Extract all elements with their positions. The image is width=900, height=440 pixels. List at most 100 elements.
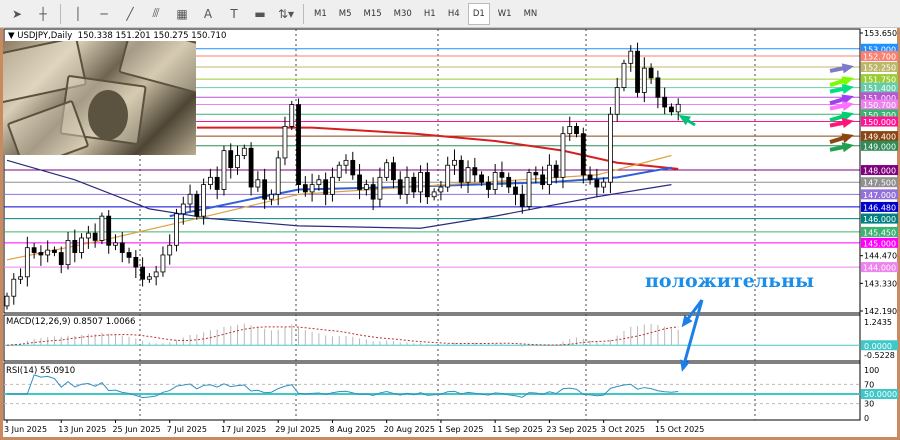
candle-body: [446, 165, 450, 187]
candle-body: [507, 177, 511, 187]
candle-body: [256, 180, 260, 187]
date-tick: 8 Aug 2025: [329, 425, 375, 434]
candle-body: [337, 165, 341, 177]
candle-body: [669, 107, 673, 112]
ohlc-values: 150.338 151.201 150.275 150.710: [78, 31, 227, 41]
candle-body: [364, 185, 368, 190]
macd-signal-line: [7, 327, 678, 345]
candle: [608, 107, 612, 193]
candle-body: [147, 277, 151, 279]
candle: [534, 166, 538, 183]
candle: [229, 143, 233, 178]
candle-body: [466, 168, 470, 183]
candle-body: [615, 88, 619, 115]
candle: [425, 163, 429, 204]
banknote-photo: [3, 40, 196, 155]
macd-label: MACD(12,26,9) 0.8507 1.0066: [6, 317, 135, 327]
candle: [93, 223, 97, 247]
date-tick: 3 Oct 2025: [601, 425, 645, 434]
candle-body: [554, 165, 558, 177]
candle-body: [303, 185, 307, 192]
date-tick: 7 Jul 2025: [167, 425, 207, 434]
candle: [39, 245, 43, 266]
candle-body: [310, 185, 314, 192]
candle: [561, 126, 565, 188]
candle: [602, 177, 606, 193]
candle: [344, 154, 348, 173]
candle-body: [561, 134, 565, 178]
candle: [554, 160, 558, 183]
candle: [147, 273, 151, 283]
candle: [642, 57, 646, 102]
candle-body: [527, 172, 531, 206]
candle-body: [568, 126, 572, 133]
candle-body: [297, 105, 301, 185]
candle: [161, 246, 165, 276]
candle-body: [324, 180, 328, 195]
candle-body: [595, 180, 599, 187]
candle-body: [317, 180, 321, 185]
collapse-triangle-icon[interactable]: ▼: [8, 31, 17, 41]
candle: [398, 171, 402, 199]
annotation-text: положительны: [645, 270, 814, 292]
rsi-pane: [4, 363, 860, 420]
candle-body: [649, 68, 653, 78]
candle-body: [202, 185, 206, 217]
date-tick: 25 Jun 2025: [112, 425, 160, 434]
macd-tick: 0.0000: [864, 342, 892, 351]
date-tick: 23 Sep 2025: [546, 425, 597, 434]
candle-body: [242, 148, 246, 155]
level-arrow-icon: [841, 133, 853, 143]
candle-body: [208, 177, 212, 184]
candle: [181, 197, 185, 225]
candle-body: [222, 151, 226, 190]
candle: [25, 237, 29, 287]
level-label: 145.450: [863, 228, 896, 237]
candle-body: [473, 168, 477, 175]
level-label: 144.000: [863, 264, 896, 273]
candle-body: [534, 172, 538, 174]
candle-body: [486, 182, 490, 189]
candle-body: [588, 175, 592, 180]
candle-body: [290, 105, 294, 127]
level-label: 152.250: [863, 63, 896, 72]
candle: [432, 188, 436, 200]
candle-body: [39, 253, 43, 255]
candle-body: [269, 194, 273, 199]
level-arrow-icon: [842, 84, 854, 94]
candle: [134, 250, 138, 278]
candle-body: [168, 245, 172, 255]
candle: [100, 213, 104, 245]
candle-body: [432, 192, 436, 197]
candle-body: [276, 158, 280, 194]
candle-body: [52, 250, 56, 252]
date-tick: 13 Jun 2025: [58, 425, 106, 434]
level-label: 149.400: [863, 133, 896, 142]
candle-body: [581, 134, 585, 175]
candle: [622, 60, 626, 92]
candle-body: [405, 177, 409, 194]
candle: [636, 43, 640, 98]
candle: [324, 172, 328, 205]
candle-body: [263, 180, 267, 199]
price-tick: 153.650: [864, 29, 897, 38]
level-arrow-icon: [842, 63, 854, 73]
candle: [466, 160, 470, 193]
macd-tick: -0.5228: [864, 351, 895, 360]
level-label: 149.000: [863, 142, 896, 151]
candle-body: [283, 126, 287, 158]
candle-body: [161, 255, 165, 272]
price-tick: 142.190: [864, 307, 897, 316]
candle: [52, 246, 56, 256]
candle: [59, 246, 63, 273]
candle: [676, 98, 680, 120]
level-label: 146.000: [863, 215, 896, 224]
candle: [520, 185, 524, 214]
candle: [256, 171, 260, 192]
level-label: 145.000: [863, 239, 896, 248]
candle-body: [663, 97, 667, 107]
level-label: 150.000: [863, 118, 896, 127]
level-label: 151.400: [863, 84, 896, 93]
candle-body: [80, 238, 84, 253]
candle: [141, 257, 145, 286]
